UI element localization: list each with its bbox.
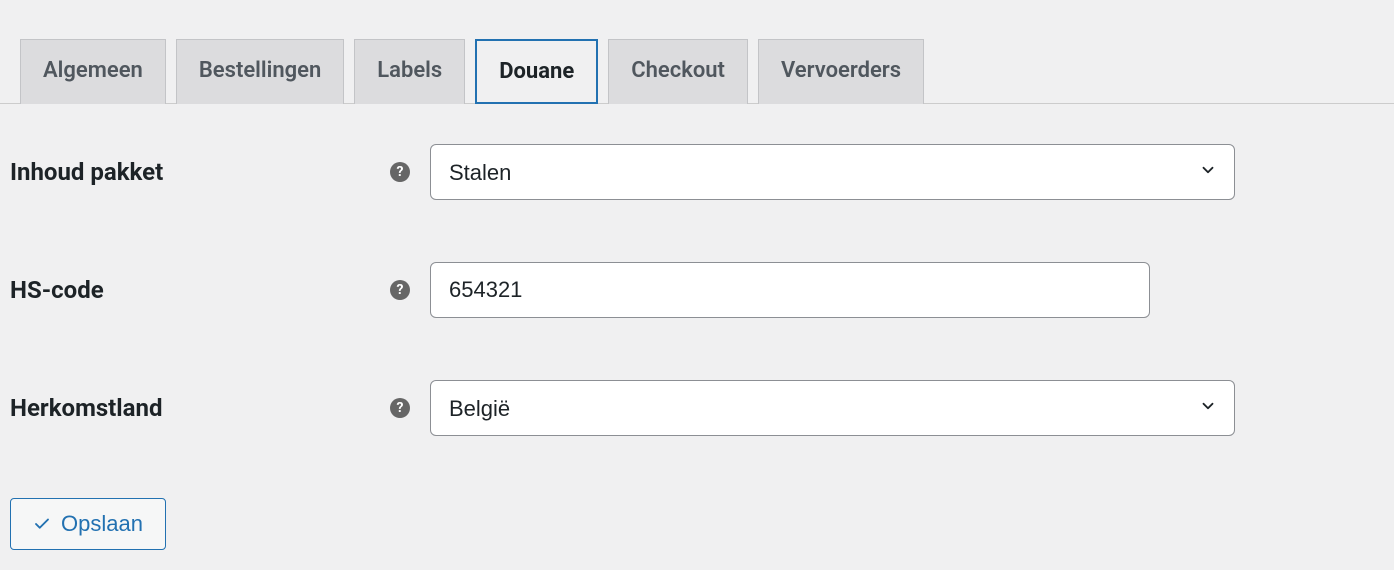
help-wrapper: ? — [390, 280, 410, 300]
help-icon[interactable]: ? — [390, 280, 410, 300]
select-herkomstland[interactable]: België — [430, 380, 1235, 436]
tab-checkout[interactable]: Checkout — [608, 39, 748, 104]
help-wrapper: ? — [390, 162, 410, 182]
input-hs-code[interactable] — [430, 262, 1150, 318]
help-icon[interactable]: ? — [390, 162, 410, 182]
row-herkomstland: Herkomstland ? België — [10, 380, 1384, 436]
help-icon[interactable]: ? — [390, 398, 410, 418]
select-wrapper-inhoud-pakket: Stalen — [430, 144, 1235, 200]
row-hs-code: HS-code ? — [10, 262, 1384, 318]
label-inhoud-pakket: Inhoud pakket — [10, 158, 390, 186]
label-hs-code: HS-code — [10, 276, 390, 304]
select-wrapper-herkomstland: België — [430, 380, 1235, 436]
save-button[interactable]: Opslaan — [10, 498, 166, 550]
tabs-nav: Algemeen Bestellingen Labels Douane Chec… — [0, 0, 1394, 104]
tab-algemeen[interactable]: Algemeen — [20, 39, 166, 104]
tab-labels[interactable]: Labels — [354, 39, 465, 104]
tab-bestellingen[interactable]: Bestellingen — [176, 39, 344, 104]
row-inhoud-pakket: Inhoud pakket ? Stalen — [10, 144, 1384, 200]
check-icon — [33, 515, 51, 533]
tab-douane[interactable]: Douane — [475, 39, 598, 104]
form-area: Inhoud pakket ? Stalen HS-code ? Herkoms… — [0, 104, 1394, 560]
select-inhoud-pakket[interactable]: Stalen — [430, 144, 1235, 200]
save-button-label: Opslaan — [61, 511, 143, 537]
help-wrapper: ? — [390, 398, 410, 418]
tab-vervoerders[interactable]: Vervoerders — [758, 39, 924, 104]
label-herkomstland: Herkomstland — [10, 394, 390, 422]
